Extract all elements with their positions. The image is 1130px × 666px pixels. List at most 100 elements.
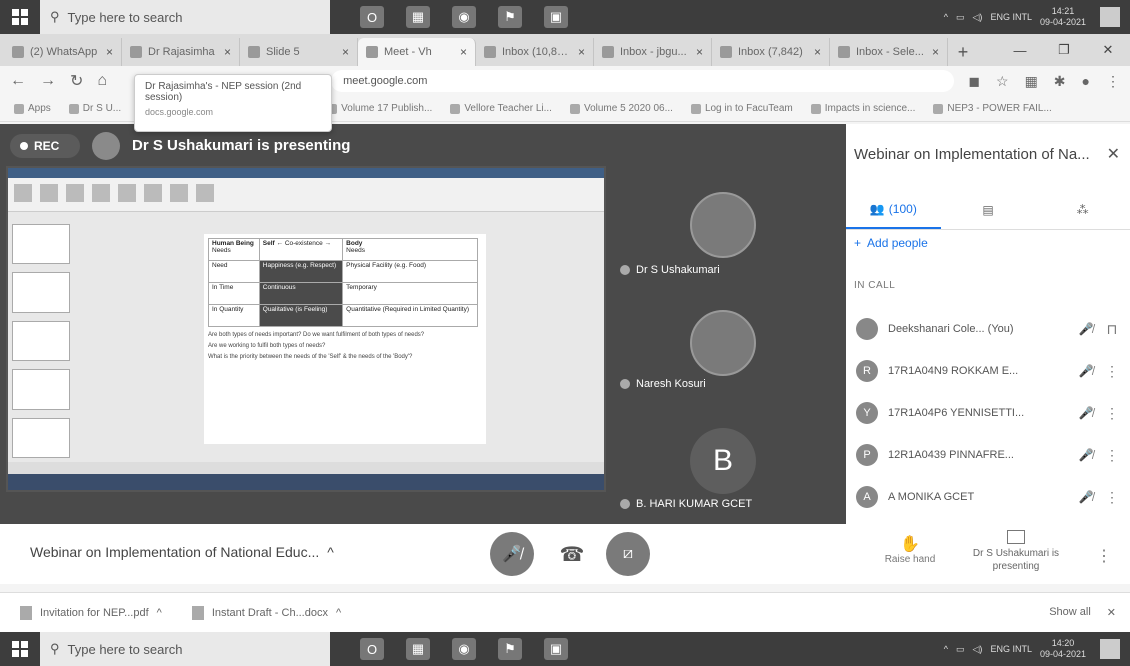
tab-close-icon[interactable]: × (342, 45, 349, 59)
taskbar-app-chrome[interactable]: ◉ (452, 6, 476, 28)
tab-close-icon[interactable]: × (224, 45, 231, 59)
tab-close-icon[interactable]: × (696, 45, 703, 59)
taskbar-app-acrobat[interactable]: ⚑ (498, 638, 522, 660)
list-item[interactable]: Y 17R1A04P6 YENNISETTI... 🎤̸ ⋮ (846, 392, 1130, 434)
browser-tab-active[interactable]: Meet - Vh × (358, 38, 476, 66)
tab-close-icon[interactable]: × (932, 45, 939, 59)
bookmark-label: Log in to FacuTeam (704, 103, 793, 114)
tab-chat[interactable]: ▤ (941, 190, 1036, 229)
chevron-up-icon[interactable]: ^ (157, 607, 162, 619)
taskbar-app-opera[interactable]: O (360, 638, 384, 660)
camera-toggle[interactable]: ⧄ (606, 532, 650, 576)
pin-icon[interactable]: ⊓ (1104, 321, 1120, 338)
browser-tab[interactable]: Dr Rajasimha × (122, 38, 240, 66)
bookmark[interactable]: Apps (14, 103, 51, 114)
tab-activities[interactable]: ⁂ (1035, 190, 1130, 229)
bookmark[interactable]: Volume 17 Publish... (327, 103, 432, 114)
new-tab-button[interactable]: + (948, 38, 978, 66)
minimize-icon[interactable]: — (998, 34, 1042, 66)
browser-tab[interactable]: Slide 5 × (240, 38, 358, 66)
profile-avatar[interactable]: ● (1082, 73, 1090, 90)
network-icon[interactable]: ▭ (956, 12, 965, 23)
start-button[interactable] (0, 0, 40, 34)
chevron-up-icon[interactable]: ^ (336, 607, 341, 619)
more-options-icon[interactable]: ⋮ (1104, 405, 1120, 422)
browser-tab[interactable]: Inbox - jbgu... × (594, 38, 712, 66)
back-icon[interactable]: ← (10, 72, 26, 90)
tray-chevron-icon[interactable]: ^ (944, 644, 948, 654)
camera-icon[interactable]: ◼ (968, 73, 980, 90)
browser-tab[interactable]: (2) WhatsApp × (4, 38, 122, 66)
close-window-icon[interactable]: ✕ (1086, 34, 1130, 66)
meeting-details-button[interactable]: Webinar on Implementation of National Ed… (30, 544, 334, 560)
notification-icon[interactable] (1100, 7, 1120, 27)
download-item[interactable]: Instant Draft - Ch...docx ^ (191, 605, 341, 620)
more-options-icon[interactable]: ⋮ (1096, 546, 1112, 566)
star-icon[interactable]: ☆ (996, 73, 1009, 90)
volume-icon[interactable]: ◁) (973, 12, 983, 23)
network-icon[interactable]: ▭ (956, 644, 965, 655)
start-button[interactable] (0, 632, 40, 666)
participant-tile[interactable] (690, 310, 756, 376)
tab-close-icon[interactable]: × (814, 45, 821, 59)
present-screen-icon (1007, 530, 1025, 544)
show-all-button[interactable]: Show all (1049, 606, 1091, 619)
tab-close-icon[interactable]: × (106, 45, 113, 59)
activities-icon: ⁂ (1076, 202, 1089, 217)
bookmark[interactable]: Dr S U... (68, 103, 121, 114)
browser-tab[interactable]: Inbox (7,842) × (712, 38, 830, 66)
extension-icon[interactable]: ▦ (1025, 73, 1038, 90)
list-item[interactable]: P 12R1A0439 PINNAFRE... 🎤̸ ⋮ (846, 434, 1130, 476)
maximize-icon[interactable]: ❐ (1042, 34, 1086, 66)
close-icon[interactable]: ✕ (1107, 144, 1120, 164)
clock[interactable]: 14:21 09-04-2021 (1040, 6, 1086, 28)
tab-people[interactable]: 👥 (100) (846, 190, 941, 229)
url-field[interactable]: meet.google.com (331, 70, 955, 92)
now-presenting-button[interactable]: Dr S Ushakumari is presenting (956, 530, 1076, 573)
taskbar-app-store[interactable]: ▣ (544, 638, 568, 660)
menu-icon[interactable]: ⋮ (1106, 73, 1120, 90)
participant-tile[interactable]: B (690, 428, 756, 494)
language-indicator[interactable]: ENG INTL (990, 12, 1032, 22)
volume-icon[interactable]: ◁) (973, 644, 983, 655)
taskbar-app-opera[interactable]: O (360, 6, 384, 28)
bookmark[interactable]: Volume 5 2020 06... (569, 103, 673, 114)
download-item[interactable]: Invitation for NEP...pdf ^ (20, 605, 162, 620)
reload-icon[interactable]: ↻ (70, 71, 83, 91)
taskbar-search[interactable]: ⚲ Type here to search (40, 0, 330, 34)
bookmark[interactable]: Log in to FacuTeam (690, 103, 793, 114)
list-item[interactable]: A A MONIKA GCET 🎤̸ ⋮ (846, 476, 1130, 518)
leave-call-button[interactable]: ☎ (550, 532, 594, 576)
taskbar-search[interactable]: ⚲ Type here to search (40, 632, 330, 666)
language-indicator[interactable]: ENG INTL (990, 644, 1032, 654)
home-icon[interactable]: ⌂ (97, 72, 107, 90)
bookmark[interactable]: NEP3 - POWER FAIL... (933, 103, 1052, 114)
taskbar-app-chrome[interactable]: ◉ (452, 638, 476, 660)
list-item[interactable]: Deekshanari Cole... (You) 🎤̸ ⊓ (846, 308, 1130, 350)
notification-icon[interactable] (1100, 639, 1120, 659)
tab-close-icon[interactable]: × (460, 45, 467, 59)
bookmark[interactable]: Impacts in science... (810, 103, 915, 114)
more-options-icon[interactable]: ⋮ (1104, 489, 1120, 506)
tray-chevron-icon[interactable]: ^ (944, 12, 948, 22)
microphone-toggle[interactable]: 🎤̸ (490, 532, 534, 576)
participant-tile[interactable] (690, 192, 756, 258)
taskbar-app-store[interactable]: ▣ (544, 6, 568, 28)
puzzle-icon[interactable]: ✱ (1054, 73, 1066, 90)
raise-hand-button[interactable]: ✋ Raise hand (880, 534, 940, 565)
clock[interactable]: 14:20 09-04-2021 (1040, 638, 1086, 660)
browser-tab[interactable]: Inbox - Sele... × (830, 38, 948, 66)
bookmark-icon (810, 103, 821, 114)
taskbar-app-explorer[interactable]: ▦ (406, 6, 430, 28)
browser-tab[interactable]: Inbox (10,823) × (476, 38, 594, 66)
more-options-icon[interactable]: ⋮ (1104, 363, 1120, 380)
taskbar-app-acrobat[interactable]: ⚑ (498, 6, 522, 28)
add-people-button[interactable]: + Add people (854, 236, 928, 250)
tab-close-icon[interactable]: × (578, 45, 585, 59)
list-item[interactable]: R 17R1A04N9 ROKKAM E... 🎤̸ ⋮ (846, 350, 1130, 392)
forward-icon[interactable]: → (40, 72, 56, 90)
close-icon[interactable]: ✕ (1107, 606, 1116, 619)
taskbar-app-explorer[interactable]: ▦ (406, 638, 430, 660)
more-options-icon[interactable]: ⋮ (1104, 447, 1120, 464)
bookmark[interactable]: Vellore Teacher Li... (450, 103, 552, 114)
